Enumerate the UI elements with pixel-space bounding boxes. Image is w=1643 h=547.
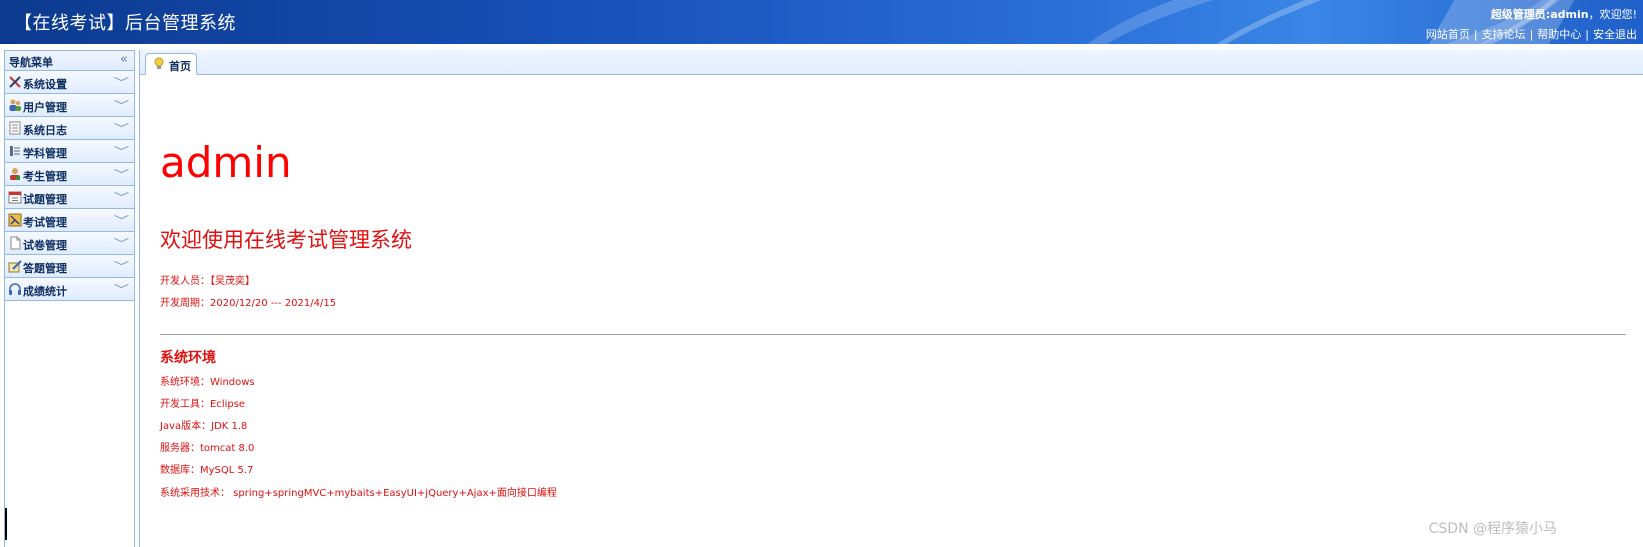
paper-icon <box>8 236 22 250</box>
sidebar-item-system-settings[interactable]: 系统设置 ﹀ <box>5 71 134 94</box>
lightbulb-icon <box>154 57 164 73</box>
chevron-down-icon: ﹀ <box>113 214 130 227</box>
sidebar-title: 导航菜单 <box>9 56 53 69</box>
calendar-icon <box>8 190 22 204</box>
username-display: admin <box>160 138 292 187</box>
sidebar-item-system-log[interactable]: 系统日志 ﹀ <box>5 117 134 140</box>
sidebar-item-user-management[interactable]: 用户管理 ﹀ <box>5 94 134 117</box>
developer-info: 开发人员：【吴茂奕】 <box>160 276 255 287</box>
main-panel: 首页 admin 欢迎使用在线考试管理系统 开发人员：【吴茂奕】 开发周期：20… <box>139 50 1643 547</box>
sidebar-item-question-management[interactable]: 试题管理 ﹀ <box>5 186 134 209</box>
sidebar-item-label: 系统日志 <box>23 124 67 137</box>
sidebar-item-label: 学科管理 <box>23 147 67 160</box>
env-line: 系统环境：Windows <box>160 377 255 388</box>
current-user: 超级管理员:admin <box>1490 8 1589 21</box>
log-icon <box>8 121 22 135</box>
sidebar-item-label: 考试管理 <box>23 216 67 229</box>
chevron-down-icon: ﹀ <box>113 168 130 181</box>
tools-icon <box>8 75 22 89</box>
exam-icon <box>8 213 22 227</box>
env-heading: 系统环境 <box>160 350 216 366</box>
sidebar-header: 导航菜单 « <box>5 51 134 71</box>
chevron-down-icon: ﹀ <box>113 145 130 158</box>
sidebar-item-label: 试卷管理 <box>23 239 67 252</box>
chevron-down-icon: ﹀ <box>113 191 130 204</box>
header-links: 网站首页 | 支持论坛 | 帮助中心 | 安全退出 <box>1426 26 1637 42</box>
sidebar-item-label: 系统设置 <box>23 78 67 91</box>
env-line: 系统采用技术： spring+springMVC+mybaits+EasyUI+… <box>160 488 557 499</box>
watermark: CSDN @程序猿小马 <box>1428 521 1557 537</box>
chevron-down-icon: ﹀ <box>113 122 130 135</box>
chevron-down-icon: ﹀ <box>113 283 130 296</box>
development-period: 开发周期：2020/12/20 --- 2021/4/15 <box>160 298 337 309</box>
sidebar-item-subject-management[interactable]: 学科管理 ﹀ <box>5 140 134 163</box>
chevron-down-icon: ﹀ <box>113 76 130 89</box>
students-icon <box>8 167 22 181</box>
sidebar-item-label: 用户管理 <box>23 101 67 114</box>
answer-icon <box>8 259 22 273</box>
sidebar-item-exam-management[interactable]: 考试管理 ﹀ <box>5 209 134 232</box>
top-header: 【在线考试】后台管理系统 超级管理员:admin，欢迎您! 网站首页 | 支持论坛 |… <box>0 0 1643 44</box>
env-line: 数据库：MySQL 5.7 <box>160 465 254 476</box>
link-separator: | <box>1529 28 1534 41</box>
sidebar-item-label: 试题管理 <box>23 193 67 206</box>
collapse-sidebar-icon[interactable]: « <box>120 52 128 67</box>
header-user-area: 超级管理员:admin，欢迎您! 网站首页 | 支持论坛 | 帮助中心 | 安全退出 <box>1426 6 1637 42</box>
sidebar-item-answer-management[interactable]: 答题管理 ﹀ <box>5 255 134 278</box>
subject-icon <box>8 144 22 158</box>
headset-icon <box>8 282 22 296</box>
link-separator: | <box>1585 28 1589 41</box>
site-home-link[interactable]: 网站首页 <box>1426 28 1470 41</box>
sidebar-item-label: 考生管理 <box>23 170 67 183</box>
sidebar-item-paper-management[interactable]: 试卷管理 ﹀ <box>5 232 134 255</box>
support-forum-link[interactable]: 支持论坛 <box>1482 28 1526 41</box>
tabs-bar: 首页 <box>140 50 1643 75</box>
sidebar-item-label: 答题管理 <box>23 262 67 275</box>
logout-link[interactable]: 安全退出 <box>1593 28 1637 41</box>
tab-label: 首页 <box>169 60 191 73</box>
users-icon <box>8 98 22 112</box>
sidebar-item-student-management[interactable]: 考生管理 ﹀ <box>5 163 134 186</box>
chevron-down-icon: ﹀ <box>113 237 130 250</box>
sidebar-item-score-statistics[interactable]: 成绩统计 ﹀ <box>5 278 134 301</box>
help-center-link[interactable]: 帮助中心 <box>1537 28 1581 41</box>
nav-sidebar: 导航菜单 « 系统设置 ﹀ 用户管理 ﹀ 系统日志 ﹀ 学科管理 ﹀ 考生管理 <box>4 50 135 547</box>
text-cursor <box>5 508 7 540</box>
env-line: Java版本：JDK 1.8 <box>160 421 248 432</box>
env-line: 服务器：tomcat 8.0 <box>160 443 255 454</box>
welcome-heading: 欢迎使用在线考试管理系统 <box>160 228 412 252</box>
app-title: 【在线考试】后台管理系统 <box>14 13 236 34</box>
divider <box>160 334 1626 335</box>
chevron-down-icon: ﹀ <box>113 99 130 112</box>
env-line: 开发工具：Eclipse <box>160 399 246 410</box>
link-separator: | <box>1473 28 1478 41</box>
sidebar-item-label: 成绩统计 <box>23 285 67 298</box>
welcome-message: 超级管理员:admin，欢迎您! <box>1426 6 1637 22</box>
chevron-down-icon: ﹀ <box>113 260 130 273</box>
tab-home[interactable]: 首页 <box>145 53 197 75</box>
welcome-suffix: ，欢迎您! <box>1588 8 1637 21</box>
